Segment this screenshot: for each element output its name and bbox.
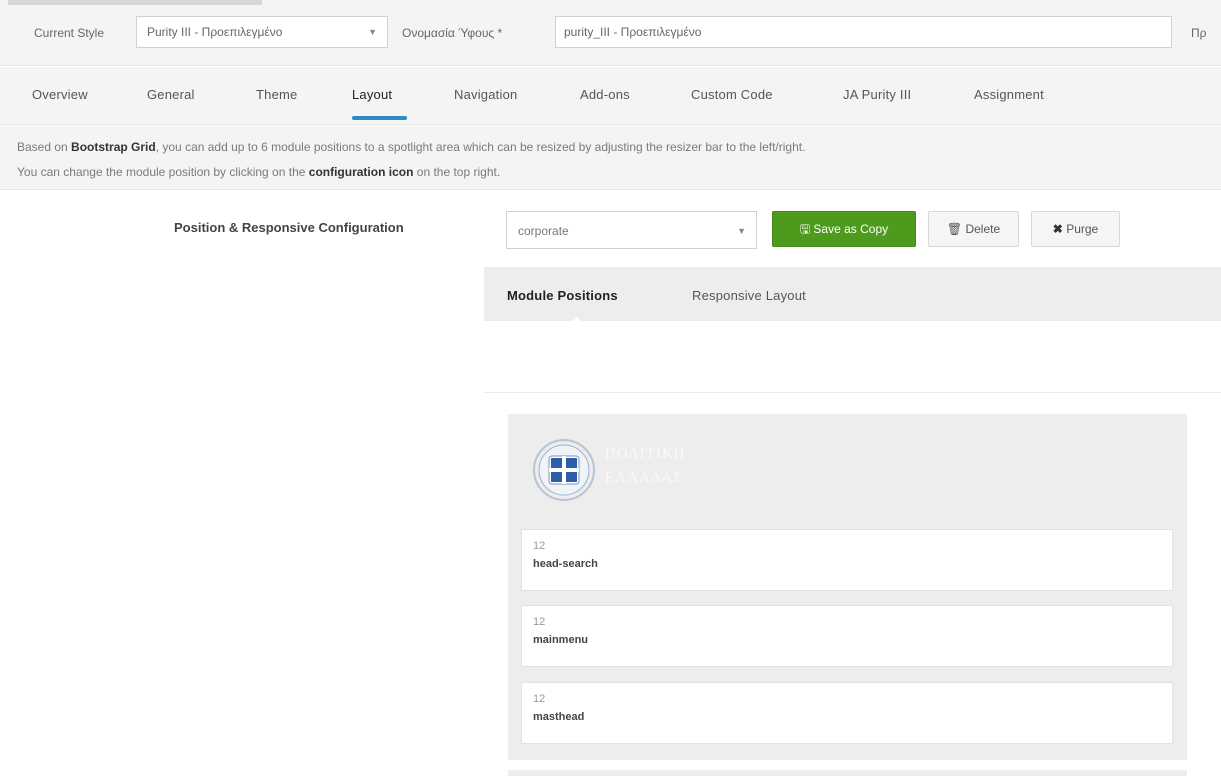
tab-overview[interactable]: Overview [32, 87, 88, 102]
tab-navigation[interactable]: Navigation [454, 87, 517, 102]
tab-theme[interactable]: Theme [256, 87, 297, 102]
emblem-logo-icon [533, 439, 595, 501]
style-header-bar: Current Style Purity III - Προεπιλεγμένο… [0, 0, 1221, 66]
tab-responsive-layout[interactable]: Responsive Layout [692, 288, 806, 303]
help-line-1: Based on Bootstrap Grid, you can add up … [17, 140, 806, 154]
trash-icon: 🗑 [946, 222, 963, 236]
help-line-2: You can change the module position by cl… [17, 165, 501, 179]
current-style-value: Purity III - Προεπιλεγμένο [147, 25, 283, 39]
current-style-label: Current Style [34, 26, 105, 40]
position-block[interactable]: 12 masthead [521, 682, 1173, 744]
block-position-name: head-search [533, 558, 598, 570]
tab-layout[interactable]: Layout [352, 87, 392, 102]
layout-select-value: corporate [518, 224, 569, 238]
active-tab-indicator [352, 116, 407, 120]
layout-select[interactable]: corporate ▼ [506, 211, 757, 249]
save-as-copy-button[interactable]: 🖫 Save as Copy [772, 211, 916, 247]
chevron-down-icon: ▼ [737, 226, 746, 236]
toolbar-cut-label: Πρ [1191, 26, 1207, 40]
position-block[interactable]: 12 mainmenu [521, 605, 1173, 667]
style-name-value: purity_III - Προεπιλεγμένο [564, 25, 702, 39]
delete-label: Delete [965, 222, 1001, 236]
position-block[interactable]: 12 head-search [521, 529, 1173, 591]
layout-help-text: Based on Bootstrap Grid, you can add up … [0, 126, 1221, 190]
current-style-select[interactable]: Purity III - Προεπιλεγμένο ▼ [136, 16, 388, 48]
position-config-label: Position & Responsive Configuration [174, 220, 404, 235]
tab-module-positions[interactable]: Module Positions [507, 288, 618, 303]
style-name-label: Ονομασία Ύφους * [402, 26, 503, 40]
block-span-width: 12 [533, 693, 546, 705]
tab-custom-code[interactable]: Custom Code [691, 87, 773, 102]
style-name-input[interactable]: purity_III - Προεπιλεγμένο [555, 16, 1172, 48]
purge-button[interactable]: ✖ Purge [1031, 211, 1120, 247]
chevron-down-icon: ▼ [368, 27, 377, 37]
layout-subtabs: Module Positions Responsive Layout [484, 267, 1221, 321]
purge-label: Purge [1066, 222, 1099, 236]
tab-ja-purity[interactable]: JA Purity III [843, 87, 911, 102]
settings-tabs: Overview General Theme Layout Navigation… [0, 67, 1221, 125]
block-position-name: masthead [533, 711, 585, 723]
block-span-width: 12 [533, 540, 546, 552]
close-icon: ✖ [1052, 222, 1063, 236]
tab-assignment[interactable]: Assignment [974, 87, 1044, 102]
delete-button[interactable]: 🗑 Delete [928, 211, 1019, 247]
tab-addons[interactable]: Add-ons [580, 87, 630, 102]
logo-text-line-1: ΠΟΛΙΤΙΚΗ [605, 446, 686, 462]
section-divider [484, 392, 1221, 393]
active-subtab-pointer [570, 317, 584, 324]
block-position-name: mainmenu [533, 634, 589, 646]
top-progress-strip [8, 0, 262, 5]
logo-text-line-2: ΕΛΛΑΔΑΣ [605, 470, 683, 486]
tab-general[interactable]: General [147, 87, 195, 102]
next-layout-area [508, 770, 1187, 776]
save-icon: 🖫 [799, 222, 811, 236]
block-span-width: 12 [533, 616, 546, 628]
save-as-copy-label: Save as Copy [813, 222, 889, 236]
